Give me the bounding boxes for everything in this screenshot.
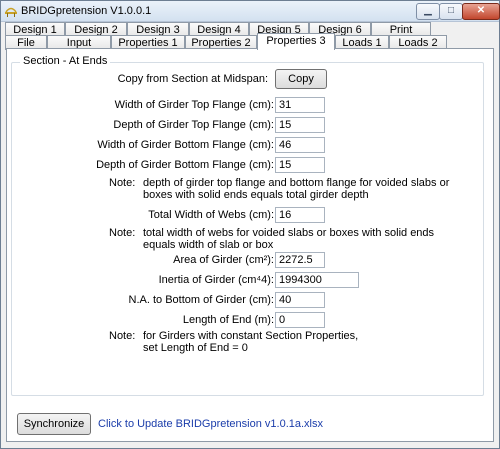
top-flange-depth-input[interactable]: 15 [275,117,325,133]
area-input[interactable]: 2272.5 [275,252,325,268]
tab-properties-3[interactable]: Properties 3 [257,33,335,50]
length-end-input[interactable]: 0 [275,312,325,328]
note-2-line-1: total width of webs for voided slabs or … [143,227,435,239]
minimize-button[interactable]: ▁ [416,3,440,20]
note-1-line-1: depth of girder top flange and bottom fl… [143,177,450,189]
close-button[interactable]: ✕ [462,3,500,20]
title-bar: BRIDGpretension V1.0.0.1 ▁ □ ✕ [1,1,500,22]
note-3-line-2: set Length of End = 0 [143,342,248,354]
note-3-label: Note: [109,330,136,342]
webs-width-input[interactable]: 16 [275,207,325,223]
group-title: Section - At Ends [20,55,111,67]
top-flange-width-input[interactable]: 31 [275,97,325,113]
window-title: BRIDGpretension V1.0.0.1 [21,5,152,17]
top-flange-depth-label: Depth of Girder Top Flange (cm): [113,119,274,131]
synchronize-button[interactable]: Synchronize [17,413,91,435]
copy-label: Copy from Section at Midspan: [117,73,268,85]
bottom-flange-width-input[interactable]: 46 [275,137,325,153]
maximize-button[interactable]: □ [439,3,463,20]
area-label: Area of Girder (cm²): [173,254,274,266]
update-link[interactable]: Click to Update BRIDGpretension v1.0.1a.… [98,418,323,430]
note-1-label: Note: [109,177,136,189]
properties-3-panel: Section - At Ends Copy from Section at M… [6,48,494,442]
na-bottom-input[interactable]: 40 [275,292,325,308]
note-1-line-2: boxes with solid ends equals total girde… [143,189,369,201]
maximize-icon: □ [447,5,455,16]
top-flange-width-label: Width of Girder Top Flange (cm): [114,99,274,111]
bottom-flange-width-label: Width of Girder Bottom Flange (cm): [97,139,274,151]
copy-button[interactable]: Copy [275,69,327,89]
app-icon [5,7,17,17]
close-icon: ✕ [476,5,486,16]
note-2-label: Note: [109,227,136,239]
inertia-input[interactable]: 1994300 [275,272,359,288]
na-bottom-label: N.A. to Bottom of Girder (cm): [128,294,274,306]
app-window: BRIDGpretension V1.0.0.1 ▁ □ ✕ Design 1 … [0,0,500,449]
minimize-icon: ▁ [424,5,432,16]
inertia-label: Inertia of Girder (cm⁴4): [158,274,274,286]
length-end-label: Length of End (m): [182,314,274,326]
bottom-flange-depth-input[interactable]: 15 [275,157,325,173]
bottom-flange-depth-label: Depth of Girder Bottom Flange (cm): [96,159,274,171]
note-2-line-2: equals width of slab or box [143,239,274,251]
webs-width-label: Total Width of Webs (cm): [148,209,274,221]
note-3-line-1: for Girders with constant Section Proper… [143,330,359,342]
